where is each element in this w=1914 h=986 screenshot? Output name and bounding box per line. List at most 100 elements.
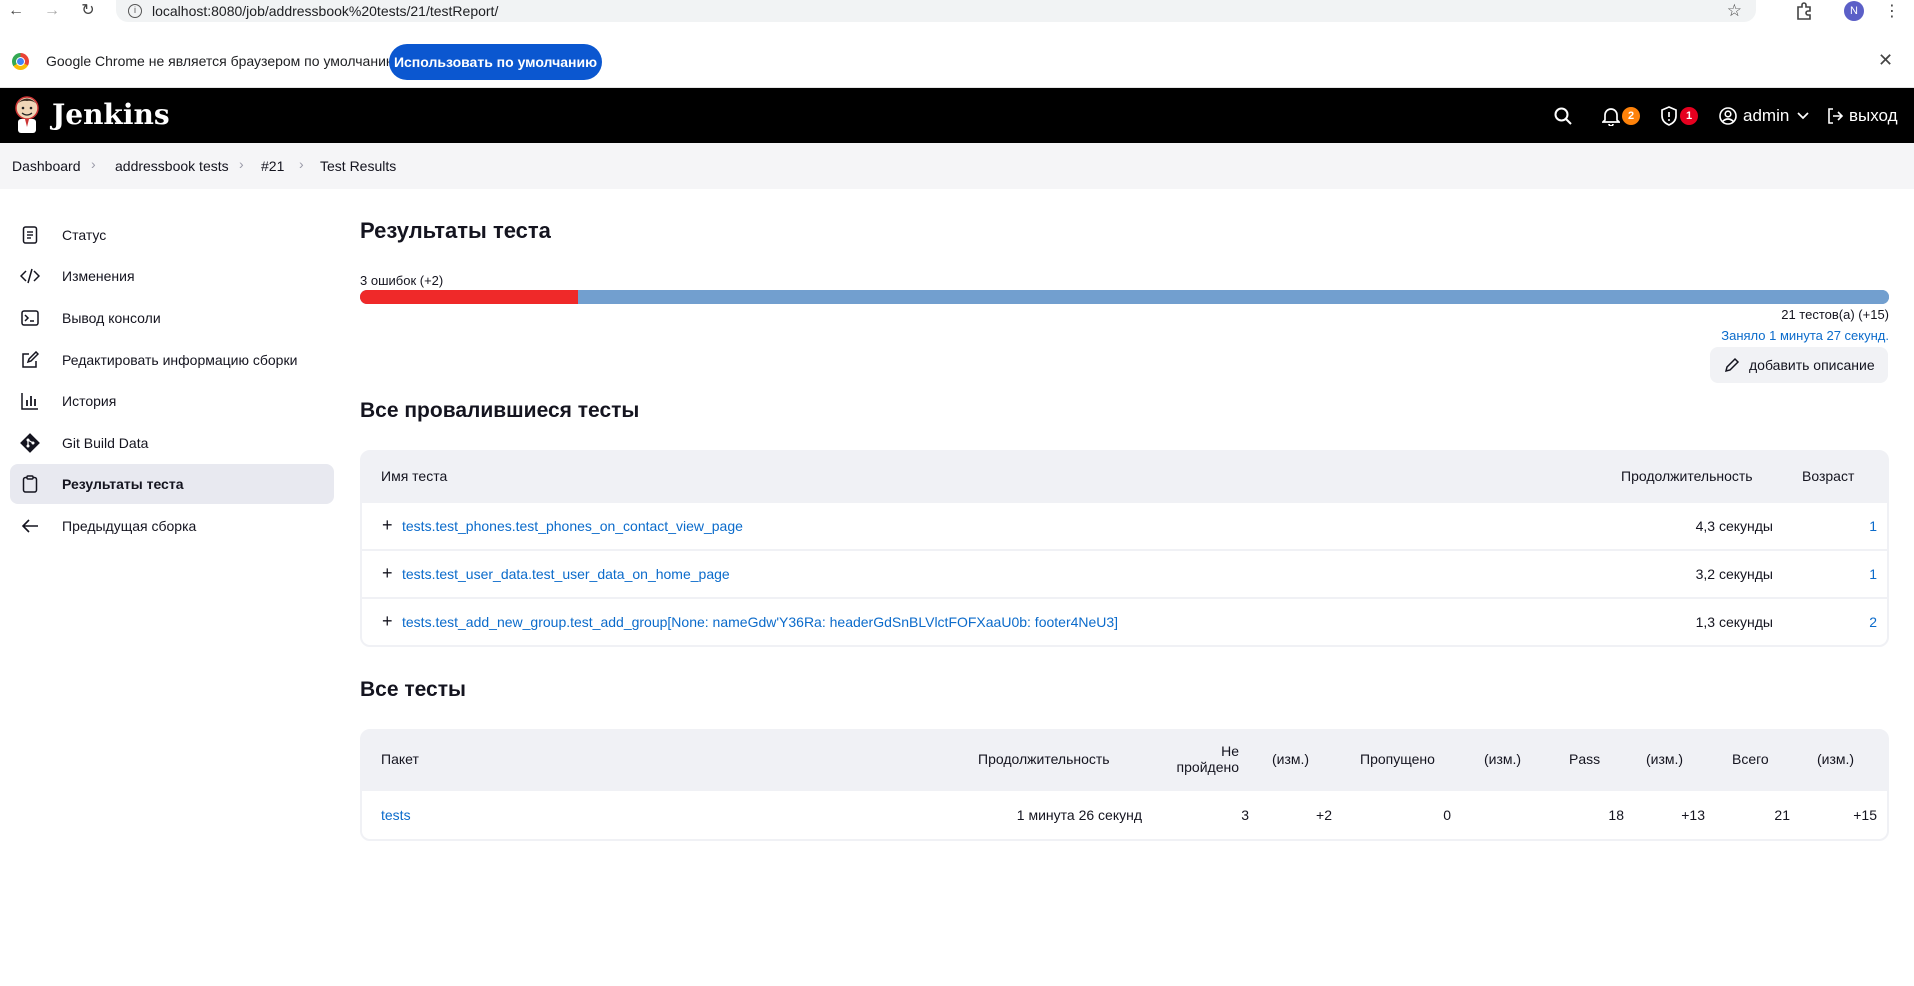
expand-plus-icon[interactable]: + — [382, 611, 393, 632]
table-row: + tests.test_add_new_group.test_add_grou… — [362, 597, 1887, 645]
breadcrumb-dashboard[interactable]: Dashboard — [12, 158, 81, 174]
clipboard-icon — [20, 474, 40, 494]
close-icon[interactable]: ✕ — [1878, 50, 1893, 71]
test-name-link[interactable]: tests.test_phones.test_phones_on_contact… — [402, 518, 743, 534]
code-icon — [20, 266, 40, 286]
document-icon — [20, 225, 40, 245]
bookmark-star-icon[interactable]: ☆ — [1727, 1, 1742, 21]
bell-icon — [1602, 107, 1620, 126]
table-row: + tests.test_user_data.test_user_data_on… — [362, 549, 1887, 597]
infobar-message: Google Chrome не является браузером по у… — [46, 53, 401, 69]
notifications-button[interactable]: 2 — [1602, 88, 1640, 143]
test-name-link[interactable]: tests.test_add_new_group.test_add_group[… — [402, 614, 1118, 630]
chrome-logo-icon — [12, 53, 29, 70]
user-menu[interactable]: admin — [1719, 88, 1809, 143]
chevron-right-icon: › — [239, 156, 244, 172]
package-pass-diff: +13 — [1681, 807, 1705, 823]
sidebar-item-label: История — [62, 393, 117, 409]
jenkins-logo-icon[interactable] — [12, 95, 42, 135]
add-description-button[interactable]: добавить описание — [1710, 347, 1888, 383]
failed-tests-title: Все провалившиеся тесты — [360, 399, 640, 422]
chevron-down-icon[interactable] — [1797, 111, 1809, 120]
sidebar-item-label: Предыдущая сборка — [62, 518, 197, 534]
column-header-duration[interactable]: Продолжительность — [978, 751, 1110, 767]
forward-arrow-icon[interactable]: → — [42, 1, 62, 21]
package-duration: 1 минута 26 секунд — [1016, 807, 1142, 823]
logout-button[interactable]: выход — [1826, 88, 1898, 143]
logout-icon — [1828, 107, 1844, 124]
sidebar-item-history[interactable]: История — [10, 381, 334, 421]
sidebar-item-git-build-data[interactable]: Git Build Data — [10, 423, 334, 463]
column-header-failed-line2[interactable]: пройдено — [1177, 759, 1239, 775]
user-icon — [1719, 106, 1737, 125]
sidebar-item-console[interactable]: Вывод консоли — [10, 298, 334, 338]
test-name-link[interactable]: tests.test_user_data.test_user_data_on_h… — [402, 566, 730, 582]
all-tests-title: Все тесты — [360, 678, 466, 701]
column-header-skipped-diff[interactable]: (изм.) — [1484, 751, 1521, 767]
user-name[interactable]: admin — [1743, 106, 1789, 126]
jenkins-brand[interactable]: Jenkins — [52, 98, 170, 131]
column-header-failed-line1[interactable]: Не — [1221, 743, 1239, 759]
site-info-icon[interactable]: i — [128, 4, 142, 18]
column-header-failed-diff[interactable]: (изм.) — [1272, 751, 1309, 767]
column-header-skipped[interactable]: Пропущено — [1360, 751, 1435, 767]
breadcrumb-build[interactable]: #21 — [261, 158, 284, 174]
url-text[interactable]: localhost:8080/job/addressbook%20tests/2… — [152, 3, 498, 19]
expand-plus-icon[interactable]: + — [382, 563, 393, 584]
reload-icon[interactable]: ↻ — [78, 1, 98, 21]
sidebar-item-label: Изменения — [62, 268, 135, 284]
sidebar-item-previous-build[interactable]: Предыдущая сборка — [10, 506, 334, 546]
column-header-total-diff[interactable]: (изм.) — [1817, 751, 1854, 767]
column-header-duration[interactable]: Продолжительность — [1621, 468, 1753, 484]
column-header-total[interactable]: Всего — [1732, 751, 1769, 767]
back-arrow-icon[interactable]: ← — [6, 1, 26, 21]
test-age-link[interactable]: 2 — [1869, 614, 1877, 630]
pencil-icon — [1724, 357, 1740, 373]
column-header-pass-diff[interactable]: (изм.) — [1646, 751, 1683, 767]
duration-link[interactable]: Заняло 1 минута 27 секунд. — [1721, 328, 1889, 343]
test-duration: 1,3 секунды — [1695, 614, 1773, 630]
terminal-icon — [20, 308, 40, 328]
sidebar-item-edit-build[interactable]: Редактировать информацию сборки — [10, 340, 334, 380]
sidebar-item-test-results[interactable]: Результаты теста — [10, 464, 334, 504]
test-result-bar — [360, 290, 1889, 304]
sidebar-item-label: Git Build Data — [62, 435, 149, 451]
search-icon[interactable] — [1553, 88, 1573, 143]
test-duration: 4,3 секунды — [1695, 518, 1773, 534]
package-total: 21 — [1774, 807, 1790, 823]
sidebar-item-changes[interactable]: Изменения — [10, 256, 334, 296]
edit-icon — [20, 350, 40, 370]
tests-count: 21 тестов(а) (+15) — [1781, 307, 1889, 322]
test-age-link[interactable]: 1 — [1869, 566, 1877, 582]
add-description-label: добавить описание — [1749, 357, 1875, 373]
security-button[interactable]: 1 — [1660, 88, 1698, 143]
chevron-right-icon: › — [299, 156, 304, 172]
browser-menu-icon[interactable]: ⋮ — [1884, 1, 1900, 21]
package-failed-diff: +2 — [1316, 807, 1332, 823]
profile-avatar[interactable]: N — [1844, 1, 1864, 21]
arrow-left-icon — [20, 516, 40, 536]
set-default-button[interactable]: Использовать по умолчанию — [389, 44, 602, 80]
default-browser-infobar: Google Chrome не является браузером по у… — [0, 34, 1914, 88]
package-pass: 18 — [1608, 807, 1624, 823]
package-total-diff: +15 — [1853, 807, 1877, 823]
breadcrumb-job[interactable]: addressbook tests — [115, 158, 229, 174]
address-bar[interactable]: i localhost:8080/job/addressbook%20tests… — [116, 0, 1756, 22]
breadcrumb-test-results[interactable]: Test Results — [320, 158, 396, 174]
expand-plus-icon[interactable]: + — [382, 515, 393, 536]
extensions-icon[interactable] — [1794, 1, 1814, 21]
column-header-pass[interactable]: Pass — [1569, 751, 1600, 767]
chart-icon — [20, 391, 40, 411]
sidebar-item-status[interactable]: Статус — [10, 215, 334, 255]
security-badge: 1 — [1680, 106, 1698, 125]
column-header-package[interactable]: Пакет — [381, 751, 419, 767]
column-header-age[interactable]: Возраст — [1802, 468, 1854, 484]
table-header: Имя теста Продолжительность Возраст — [362, 452, 1887, 501]
package-skipped: 0 — [1443, 807, 1451, 823]
logout-label[interactable]: выход — [1849, 106, 1898, 126]
column-header-test-name[interactable]: Имя теста — [381, 468, 447, 484]
table-row: + tests.test_phones.test_phones_on_conta… — [362, 501, 1887, 549]
test-age-link[interactable]: 1 — [1869, 518, 1877, 534]
package-link[interactable]: tests — [381, 807, 411, 823]
chevron-right-icon: › — [91, 156, 96, 172]
